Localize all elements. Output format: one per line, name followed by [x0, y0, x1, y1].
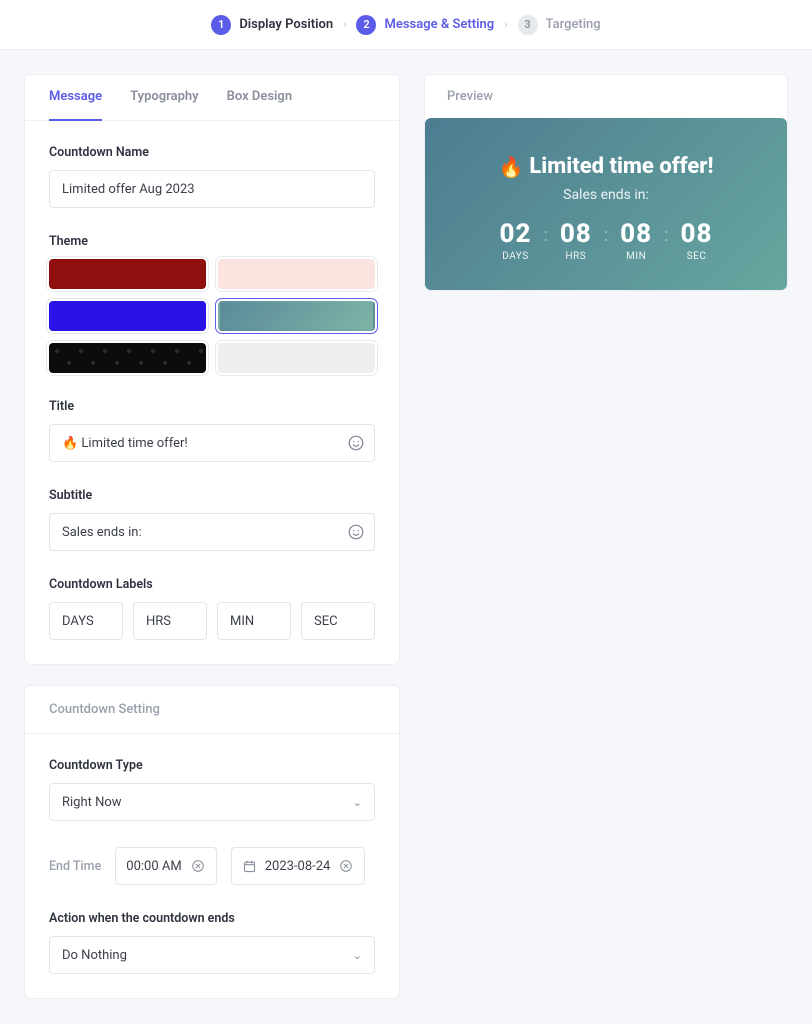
- tab-message[interactable]: Message: [49, 75, 102, 121]
- countdown-setting-header: Countdown Setting: [25, 686, 399, 734]
- theme-light[interactable]: [218, 343, 375, 373]
- step-display-position[interactable]: 1 Display Position: [211, 15, 333, 35]
- countdown-type-select[interactable]: Right Now ⌄: [49, 783, 375, 821]
- timer-hrs-num: 08: [560, 219, 592, 249]
- stepper: 1 Display Position › 2 Message & Setting…: [0, 0, 812, 50]
- chevron-icon: ›: [343, 18, 346, 31]
- countdown-type-label: Countdown Type: [49, 758, 375, 773]
- theme-grid: [49, 259, 375, 373]
- timer-colon: :: [543, 219, 547, 246]
- fire-icon: 🔥: [498, 155, 523, 179]
- preview-timer: 02 DAYS : 08 HRS : 08 MIN : 08: [445, 219, 767, 262]
- timer-days: 02 DAYS: [493, 219, 537, 262]
- step-targeting[interactable]: 3 Targeting: [518, 15, 601, 35]
- timer-min-lbl: MIN: [626, 251, 646, 262]
- title-input[interactable]: [49, 424, 375, 462]
- timer-days-num: 02: [499, 219, 531, 249]
- emoji-picker-icon[interactable]: [345, 432, 367, 454]
- chevron-down-icon: ⌄: [353, 796, 362, 809]
- preview-header: Preview: [425, 75, 787, 118]
- timer-colon: :: [604, 219, 608, 246]
- chevron-down-icon: ⌄: [353, 949, 362, 962]
- timer-sec-num: 08: [681, 219, 713, 249]
- theme-blue[interactable]: [49, 301, 206, 331]
- preview-card: Preview 🔥 Limited time offer! Sales ends…: [424, 74, 788, 291]
- theme-pattern[interactable]: [49, 343, 206, 373]
- step-label-3: Targeting: [546, 17, 601, 32]
- step-num-1: 1: [211, 15, 231, 35]
- theme-label: Theme: [49, 234, 375, 249]
- subtitle-input[interactable]: [49, 513, 375, 551]
- preview-box: 🔥 Limited time offer! Sales ends in: 02 …: [425, 118, 787, 290]
- label-days-input[interactable]: [49, 602, 123, 640]
- timer-days-lbl: DAYS: [502, 251, 528, 262]
- action-label: Action when the countdown ends: [49, 911, 375, 926]
- subtitle-label: Subtitle: [49, 488, 375, 503]
- theme-pink[interactable]: [218, 259, 375, 289]
- end-time-label: End Time: [49, 859, 101, 874]
- step-num-2: 2: [356, 15, 376, 35]
- tab-box-design[interactable]: Box Design: [227, 75, 292, 121]
- timer-sec: 08 SEC: [675, 219, 719, 262]
- label-min-input[interactable]: [217, 602, 291, 640]
- action-select[interactable]: Do Nothing ⌄: [49, 936, 375, 974]
- timer-colon: :: [664, 219, 668, 246]
- chevron-icon: ›: [504, 18, 507, 31]
- title-label: Title: [49, 399, 375, 414]
- tabs: Message Typography Box Design: [25, 75, 399, 121]
- end-date-value: 2023-08-24: [265, 859, 331, 874]
- countdown-name-input[interactable]: [49, 170, 375, 208]
- countdown-name-label: Countdown Name: [49, 145, 375, 160]
- timer-sec-lbl: SEC: [687, 251, 707, 262]
- end-time-value: 00:00 AM: [126, 859, 181, 874]
- preview-subtitle: Sales ends in:: [445, 187, 767, 203]
- countdown-labels-label: Countdown Labels: [49, 577, 375, 592]
- clear-date-icon[interactable]: [338, 858, 354, 874]
- timer-hrs: 08 HRS: [554, 219, 598, 262]
- label-sec-input[interactable]: [301, 602, 375, 640]
- message-card: Message Typography Box Design Countdown …: [24, 74, 400, 665]
- countdown-type-value: Right Now: [62, 795, 122, 810]
- timer-min-num: 08: [620, 219, 652, 249]
- theme-darkred[interactable]: [49, 259, 206, 289]
- theme-teal[interactable]: [218, 301, 375, 331]
- emoji-picker-icon[interactable]: [345, 521, 367, 543]
- timer-hrs-lbl: HRS: [565, 251, 586, 262]
- step-label-2: Message & Setting: [384, 17, 494, 32]
- timer-min: 08 MIN: [614, 219, 658, 262]
- label-hrs-input[interactable]: [133, 602, 207, 640]
- preview-title: 🔥 Limited time offer!: [445, 154, 767, 179]
- preview-title-text: Limited time offer!: [529, 154, 713, 179]
- step-label-1: Display Position: [239, 17, 333, 32]
- step-num-3: 3: [518, 15, 538, 35]
- clear-time-icon[interactable]: [190, 858, 206, 874]
- calendar-icon: [242, 859, 257, 874]
- end-time-picker[interactable]: 00:00 AM: [115, 847, 216, 885]
- step-message-setting[interactable]: 2 Message & Setting: [356, 15, 494, 35]
- action-value: Do Nothing: [62, 948, 127, 963]
- end-date-picker[interactable]: 2023-08-24: [231, 847, 366, 885]
- countdown-setting-card: Countdown Setting Countdown Type Right N…: [24, 685, 400, 999]
- tab-typography[interactable]: Typography: [130, 75, 199, 121]
